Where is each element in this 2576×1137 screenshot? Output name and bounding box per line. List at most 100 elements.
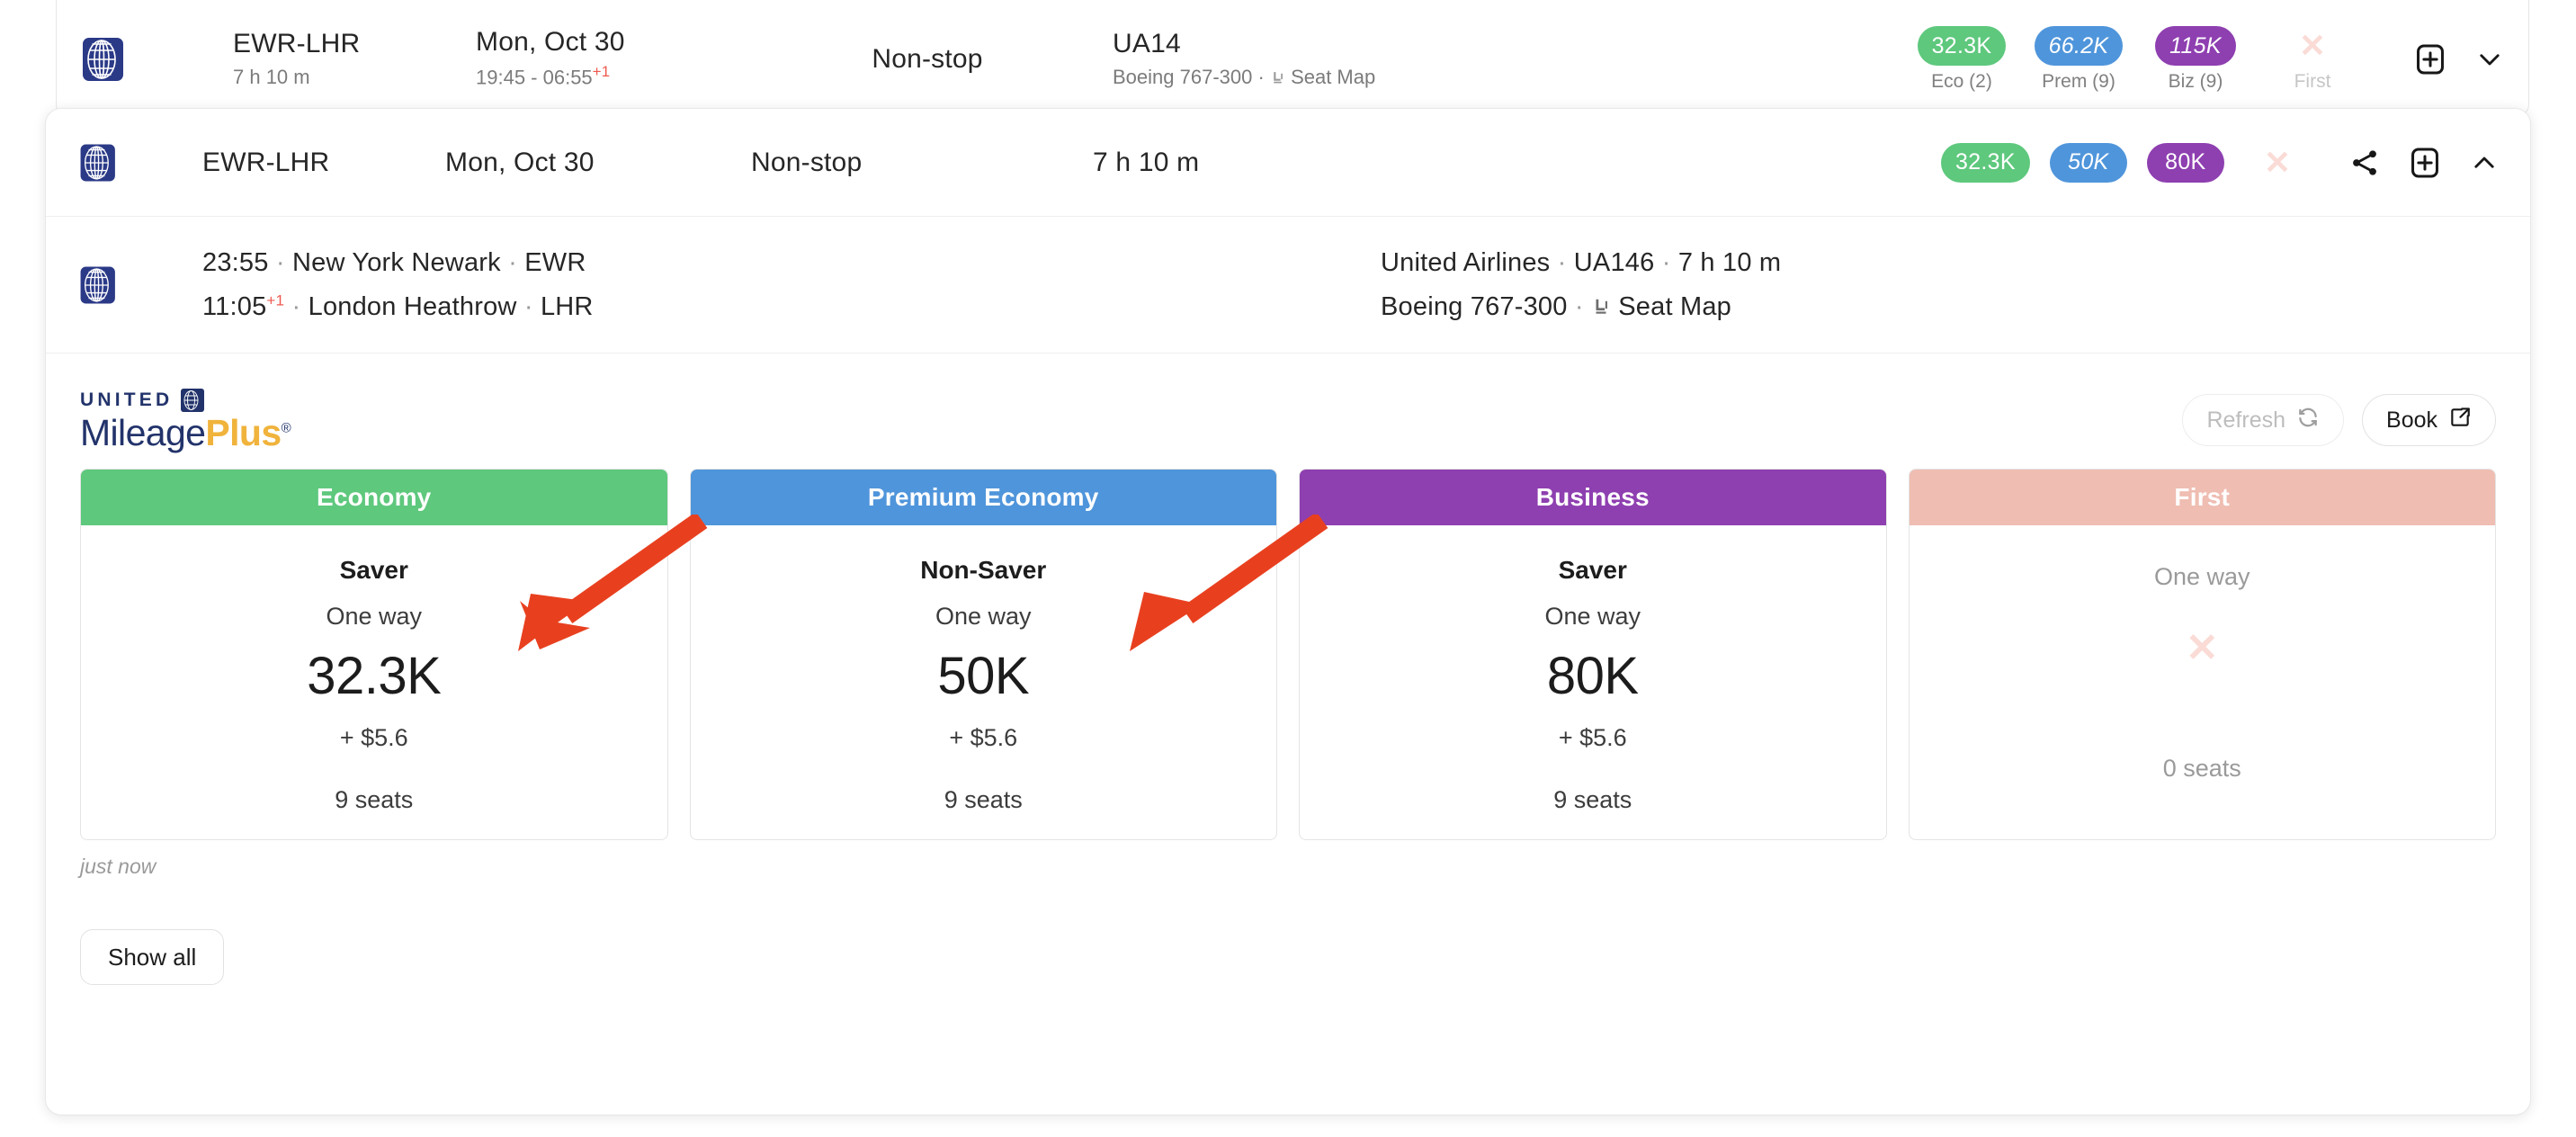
collapsed-stops-cell: Non-stop — [792, 43, 1062, 76]
collapsed-badge-eco-value: 32.3K — [1917, 26, 2007, 66]
segment-arrive-city: London Heathrow — [308, 291, 517, 321]
fare-card-economy-trip: One way — [326, 603, 423, 630]
segment-depart-city: New York Newark — [291, 247, 501, 277]
collapsed-date: Mon, Oct 30 — [476, 27, 625, 58]
segment-depart-code: EWR — [524, 247, 586, 277]
share-icon[interactable] — [2348, 147, 2381, 179]
expanded-route-cell: EWR-LHR — [202, 147, 427, 179]
book-button-label: Book — [2386, 407, 2437, 433]
collapsed-aircraft: Boeing 767-300 — [1113, 65, 1253, 88]
fare-card-business-cash: + $5.6 — [1558, 724, 1627, 751]
collapsed-date-cell: Mon, Oct 30 19:45 - 06:55+1 — [476, 26, 746, 92]
plus-word: Plus — [205, 412, 282, 453]
show-all-wrap: Show all — [46, 879, 2530, 985]
fare-card-business-tier: Saver — [1558, 556, 1627, 584]
collapsed-times-value: 19:45 - 06:55 — [476, 66, 593, 89]
flight-award-result-page: EWR-LHR 7 h 10 m Mon, Oct 30 19:45 - 06:… — [0, 0, 2576, 1137]
collapsed-fare-badges: 32.3K Eco (2) 66.2K Prem (9) 115K Biz (9… — [1917, 26, 2356, 93]
segment-arrive-code: LHR — [540, 291, 594, 321]
collapsed-flight-row-card[interactable]: EWR-LHR 7 h 10 m Mon, Oct 30 19:45 - 06:… — [56, 0, 2529, 117]
expanded-flight-card: EWR-LHR Mon, Oct 30 Non-stop 7 h 10 m 32… — [45, 108, 2531, 1115]
show-all-button[interactable]: Show all — [80, 929, 225, 985]
collapsed-badge-eco-label: Eco (2) — [1931, 71, 1992, 92]
collapsed-flight-cell: UA14 Boeing 767-300 · Seat Map — [1113, 28, 1490, 92]
fare-card-first-header: First — [1909, 470, 2495, 525]
collapsed-flight-row[interactable]: EWR-LHR 7 h 10 m Mon, Oct 30 19:45 - 06:… — [57, 1, 2528, 118]
segment-times-cell: 23:55 · New York Newark · EWR 11:05+1 · … — [202, 247, 1381, 323]
segment-operator-line: United Airlines · UA146 · 7 h 10 m — [1381, 247, 2498, 279]
collapsed-seatmap-link[interactable]: Seat Map — [1291, 66, 1375, 88]
fare-card-business[interactable]: Business Saver One way 80K + $5.6 9 seat… — [1299, 469, 1887, 840]
segment-arrive-time: 11:05 — [202, 291, 267, 321]
collapsed-badge-first: ✕ First — [2269, 26, 2356, 93]
fare-card-first-body: One way ✕ 0 seats — [1910, 525, 2496, 839]
expanded-route: EWR-LHR — [202, 147, 330, 177]
expanded-fare-badges: 32.3K 50K 80K ✕ — [1940, 142, 2291, 183]
segment-flight-number: UA146 — [1573, 247, 1655, 277]
fare-panel-header: UNITED MileagePlus® Refresh Book — [80, 380, 2496, 460]
collapsed-badge-biz-value: 115K — [2155, 26, 2236, 66]
separator-dot: · — [508, 247, 517, 277]
mileageplus-wordmark: MileagePlus® — [80, 415, 291, 452]
separator-dot: · — [275, 247, 285, 277]
fare-card-premium-economy-seats: 9 seats — [944, 786, 1023, 813]
fare-card-economy[interactable]: Economy Saver One way 32.3K + $5.6 9 sea… — [80, 469, 668, 840]
segment-seatmap-link[interactable]: Seat Map — [1618, 292, 1731, 321]
fare-card-premium-economy[interactable]: Premium Economy Non-Saver One way 50K + … — [689, 469, 1277, 840]
collapsed-route: EWR-LHR — [233, 28, 361, 58]
segment-depart-time: 23:55 — [202, 247, 269, 277]
fare-card-business-seats: 9 seats — [1553, 786, 1632, 813]
fare-card-economy-header: Economy — [81, 470, 667, 525]
expanded-badge-prem[interactable]: 50K — [2049, 142, 2127, 183]
separator-dot: · — [1661, 247, 1671, 277]
separator-dot: · — [1557, 247, 1567, 277]
refresh-button[interactable]: Refresh — [2182, 394, 2345, 446]
fare-card-economy-seats: 9 seats — [335, 786, 414, 813]
united-wordmark: UNITED — [80, 389, 291, 412]
expanded-stops-cell: Non-stop — [751, 147, 1021, 179]
fare-card-business-header: Business — [1300, 470, 1886, 525]
segment-detail-row: 23:55 · New York Newark · EWR 11:05+1 · … — [46, 217, 2530, 354]
collapsed-times-plus: +1 — [592, 63, 611, 81]
fare-card-economy-cash: + $5.6 — [339, 724, 408, 751]
plus-box-icon[interactable] — [2413, 42, 2447, 76]
segment-departure: 23:55 · New York Newark · EWR — [202, 247, 1381, 279]
book-button[interactable]: Book — [2362, 394, 2496, 446]
collapsed-badge-eco[interactable]: 32.3K Eco (2) — [1917, 26, 2007, 93]
expanded-stops: Non-stop — [751, 147, 863, 177]
segment-operator-cell: United Airlines · UA146 · 7 h 10 m Boein… — [1381, 247, 2498, 323]
united-globe-icon — [181, 389, 205, 412]
expanded-badge-biz[interactable]: 80K — [2146, 142, 2224, 183]
collapsed-badge-biz[interactable]: 115K Biz (9) — [2152, 26, 2239, 93]
fare-card-premium-economy-miles: 50K — [937, 647, 1030, 705]
chevron-down-icon[interactable] — [2474, 44, 2505, 75]
united-logo-icon — [78, 264, 120, 306]
external-link-icon — [2448, 406, 2472, 435]
unavailable-x-icon: ✕ — [2298, 27, 2327, 64]
refresh-button-label: Refresh — [2206, 407, 2286, 433]
unavailable-x-icon: ✕ — [2263, 143, 2291, 181]
plus-box-icon[interactable] — [2408, 146, 2442, 180]
fare-card-economy-miles: 32.3K — [307, 647, 442, 705]
collapsed-badge-prem-value: 66.2K — [2034, 26, 2124, 66]
fare-card-premium-economy-header: Premium Economy — [690, 470, 1276, 525]
fare-card-premium-economy-trip: One way — [935, 603, 1032, 630]
expanded-summary-row[interactable]: EWR-LHR Mon, Oct 30 Non-stop 7 h 10 m 32… — [46, 109, 2530, 217]
separator-dot: · — [291, 291, 301, 321]
collapsed-duration: 7 h 10 m — [233, 65, 310, 88]
collapsed-route-cell: EWR-LHR 7 h 10 m — [233, 28, 440, 92]
fare-panel: UNITED MileagePlus® Refresh Book Economy… — [46, 354, 2530, 879]
expanded-date: Mon, Oct 30 — [445, 147, 595, 177]
collapsed-flight-number: UA14 — [1113, 28, 1181, 58]
segment-aircraft-line: Boeing 767-300 · Seat Map — [1381, 291, 2498, 323]
fare-card-premium-economy-cash: + $5.6 — [949, 724, 1018, 751]
expanded-badge-eco[interactable]: 32.3K — [1940, 142, 2030, 183]
fare-card-business-body: Saver One way 80K + $5.6 9 seats — [1300, 525, 1886, 839]
collapsed-badge-prem[interactable]: 66.2K Prem (9) — [2034, 26, 2124, 93]
expanded-duration-cell: 7 h 10 m — [1093, 147, 1381, 179]
collapsed-stops: Non-stop — [872, 44, 983, 74]
refresh-icon — [2296, 406, 2320, 435]
chevron-up-icon[interactable] — [2469, 148, 2500, 178]
mileage-word: Mileage — [80, 412, 206, 453]
fare-card-first-seats: 0 seats — [2162, 755, 2241, 782]
